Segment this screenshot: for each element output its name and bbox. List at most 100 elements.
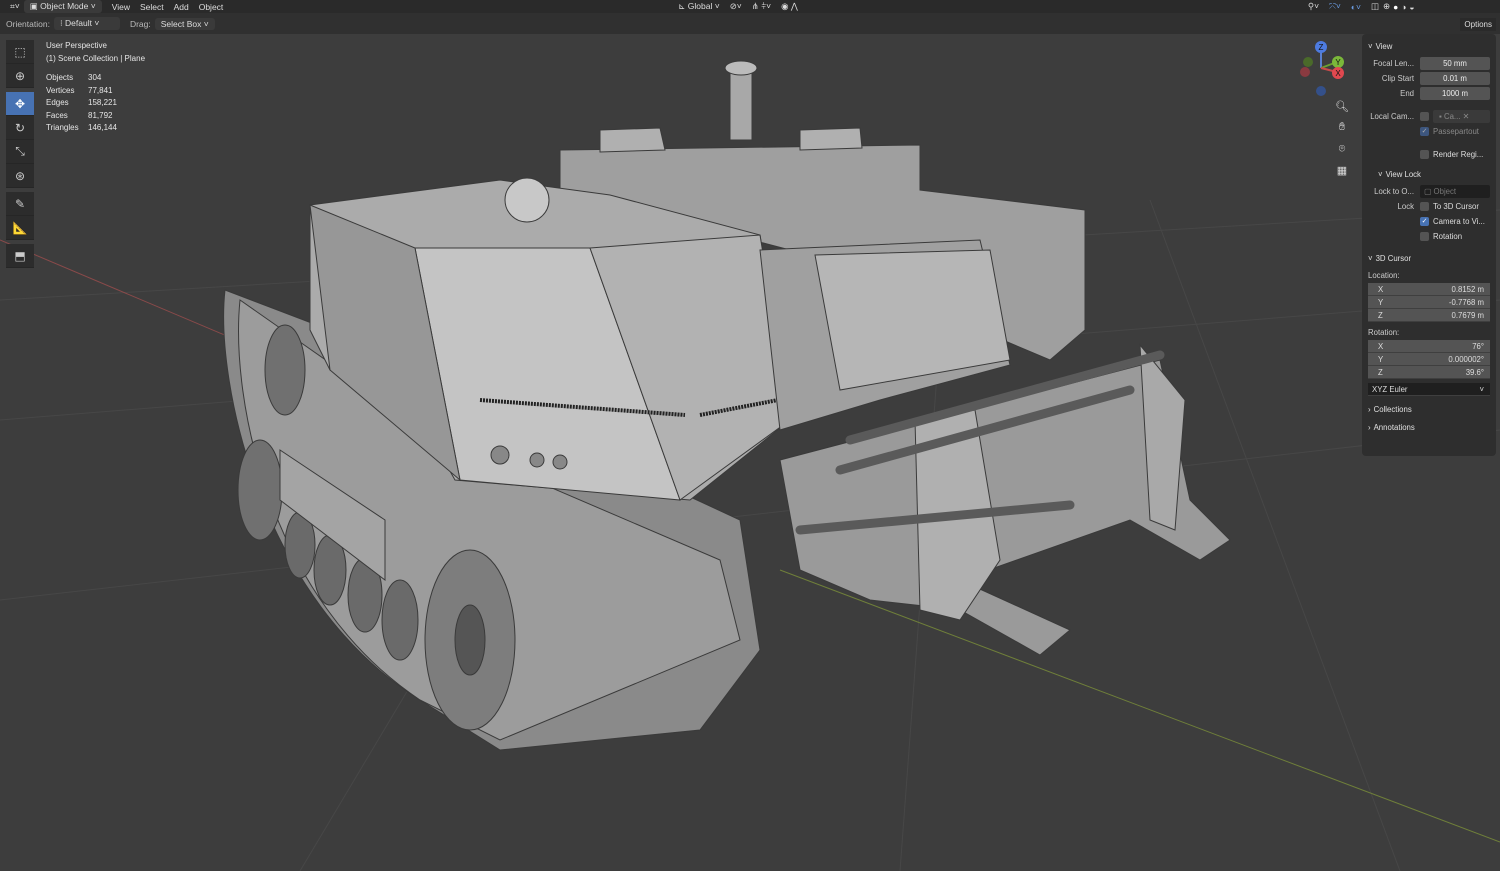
local-camera-checkbox[interactable] [1420, 111, 1429, 121]
cursor-rotation-z[interactable]: Z 39.6° [1368, 366, 1490, 379]
rotation-mode-value: XYZ Euler [1372, 385, 1408, 394]
drag-label: Drag: [129, 18, 151, 29]
lock-rotation-checkbox[interactable] [1420, 231, 1429, 241]
cursor-location-z[interactable]: Z 0.7679 m [1368, 309, 1490, 322]
pivot-icon[interactable]: ⊘˅ [730, 1, 742, 12]
visibility-icon[interactable]: ⚲˅ [1308, 1, 1319, 12]
tool-settings-bar: Orientation: ⁝ Default ˅ Drag: Select Bo… [0, 13, 1500, 34]
move-tool-icon[interactable]: ✥ [6, 92, 34, 116]
3d-cursor-section-header[interactable]: ˅ 3D Cursor [1368, 249, 1490, 267]
axis-label: X [1378, 285, 1384, 294]
perspective-toggle-icon[interactable]: ▦ [1334, 164, 1350, 180]
xray-icon[interactable]: ◫ [1371, 1, 1379, 12]
camera-to-view-label: Camera to Vi... [1433, 216, 1485, 226]
mode-label: Object Mode [40, 1, 89, 11]
options-button[interactable]: Options [1460, 18, 1496, 31]
camera-to-view-checkbox[interactable]: ✓ [1420, 216, 1429, 226]
axis-value: 76° [1472, 342, 1484, 351]
select-box-tool-icon[interactable]: ⬚ [6, 40, 34, 64]
axis-label: X [1378, 342, 1384, 351]
rotation-mode-dropdown[interactable]: XYZ Euler ˅ [1368, 383, 1490, 396]
axis-label: Z [1378, 311, 1383, 320]
menu-object[interactable]: Object [199, 2, 224, 12]
stat-label: Vertices [46, 85, 75, 95]
cursor-rotation-y[interactable]: Y 0.000002° [1368, 353, 1490, 366]
shading-wireframe-icon[interactable]: ⊕ [1383, 1, 1390, 12]
camera-view-icon[interactable]: ⌾ [1334, 143, 1350, 159]
cursor-tool-icon[interactable]: ⊕ [6, 64, 34, 88]
mode-dropdown[interactable]: ▣ Object Mode ˅ [23, 0, 102, 13]
gizmo-toggle-icon[interactable]: ⤧˅ [1329, 1, 1341, 12]
section-title: View Lock [1385, 169, 1421, 179]
shading-rendered-icon[interactable]: ◒ [1409, 2, 1414, 12]
navigation-gizmo[interactable]: Z Y X [1295, 40, 1345, 100]
shading-material-icon[interactable]: ◑ [1401, 2, 1406, 12]
stat-value: 158,221 [88, 98, 117, 107]
collections-section-header[interactable]: › Collections [1368, 400, 1490, 418]
local-camera-field[interactable]: ▪ Ca... ✕ [1433, 109, 1490, 123]
section-title: Collections [1373, 404, 1412, 414]
drag-dropdown[interactable]: Select Box ˅ [154, 17, 215, 30]
gizmo-neg-z[interactable] [1316, 86, 1326, 96]
shading-solid-icon[interactable]: ● [1393, 2, 1398, 12]
scene-stats: Objects 304 Vertices 77,841 Edges 158,221 F… [46, 72, 145, 135]
add-cube-tool-icon[interactable]: ⬒ [6, 244, 34, 268]
3d-viewport[interactable] [0, 34, 1500, 871]
editor-type-icon[interactable]: ⌗˅ [10, 1, 20, 12]
scale-tool-icon[interactable]: ⤡ [6, 140, 34, 164]
pan-hand-icon[interactable]: ✋︎ [1334, 121, 1350, 137]
axis-value: 0.8152 m [1451, 285, 1484, 294]
cursor-location-y[interactable]: Y -0.7768 m [1368, 296, 1490, 309]
axis-label: Y [1378, 355, 1384, 364]
view-section-header[interactable]: ˅ View [1368, 37, 1490, 55]
clip-start-label: Clip Start [1381, 73, 1414, 83]
drag-value: Select Box [160, 18, 202, 29]
gizmo-z-label: Z [1319, 43, 1324, 52]
orientation-dropdown[interactable]: ⁝ Default ˅ [53, 17, 120, 30]
snap-icon[interactable]: ⋔ ⫩˅ [752, 1, 771, 12]
axis-value: -0.7768 m [1448, 298, 1484, 307]
lock-to-object-field[interactable]: ▢ Object [1420, 184, 1490, 198]
gizmo-x-label: X [1335, 69, 1341, 78]
axis-label: Z [1378, 368, 1383, 377]
collection-info: (1) Scene Collection | Plane [46, 53, 146, 63]
sidebar-n-panel: ˅ View Focal Len... 50 mm Clip Start 0.01 … [1362, 34, 1496, 456]
lock-to-cursor-checkbox[interactable] [1420, 201, 1429, 211]
axis-label: Y [1378, 298, 1384, 307]
focal-length-field[interactable]: 50 mm [1420, 56, 1490, 70]
gizmo-neg-y[interactable] [1303, 57, 1313, 67]
focal-length-label: Focal Len... [1373, 58, 1414, 68]
clip-end-field[interactable]: 1000 m [1420, 86, 1490, 100]
orientation-value: Default [65, 18, 92, 28]
measure-tool-icon[interactable]: 📐 [6, 216, 34, 240]
location-label: Location: [1368, 270, 1400, 280]
lock-object-placeholder: Object [1433, 186, 1457, 196]
transform-orientation-dropdown[interactable]: ⊾ Global ˅ [678, 1, 719, 12]
annotations-section-header[interactable]: › Annotations [1368, 418, 1490, 436]
cursor-location-x[interactable]: X 0.8152 m [1368, 283, 1490, 296]
view-lock-section-header[interactable]: ˅ View Lock [1368, 165, 1490, 183]
menu-add[interactable]: Add [174, 2, 189, 12]
gizmo-neg-x[interactable] [1300, 67, 1310, 77]
render-region-checkbox[interactable] [1420, 149, 1429, 159]
transform-tool-icon[interactable]: ⊛ [6, 164, 34, 188]
rotate-tool-icon[interactable]: ↻ [6, 116, 34, 140]
local-camera-value: Ca... [1443, 111, 1461, 121]
stat-value: 304 [88, 73, 102, 82]
overlay-toggle-icon[interactable]: ◐˅ [1351, 2, 1361, 12]
menu-view[interactable]: View [112, 2, 130, 12]
stat-label: Objects [46, 73, 74, 82]
clip-end-label: End [1400, 88, 1414, 98]
toolbar: ⬚ ⊕ ✥ ↻ ⤡ ⊛ ✎ 📐 ⬒ [6, 40, 34, 268]
annotate-tool-icon[interactable]: ✎ [6, 192, 34, 216]
cursor-rotation-x[interactable]: X 76° [1368, 340, 1490, 353]
stat-label: Triangles [46, 123, 79, 132]
proportional-edit-icon[interactable]: ◉ ⋀ [781, 1, 798, 12]
passepartout-checkbox[interactable]: ✓ [1420, 126, 1429, 136]
tank-model[interactable] [223, 60, 1231, 751]
orientation-label: Global [687, 1, 713, 11]
zoom-icon[interactable]: 🔍︎ [1334, 100, 1350, 116]
menu-select[interactable]: Select [140, 2, 164, 12]
axis-value: 0.000002° [1448, 355, 1484, 364]
clip-start-field[interactable]: 0.01 m [1420, 71, 1490, 85]
